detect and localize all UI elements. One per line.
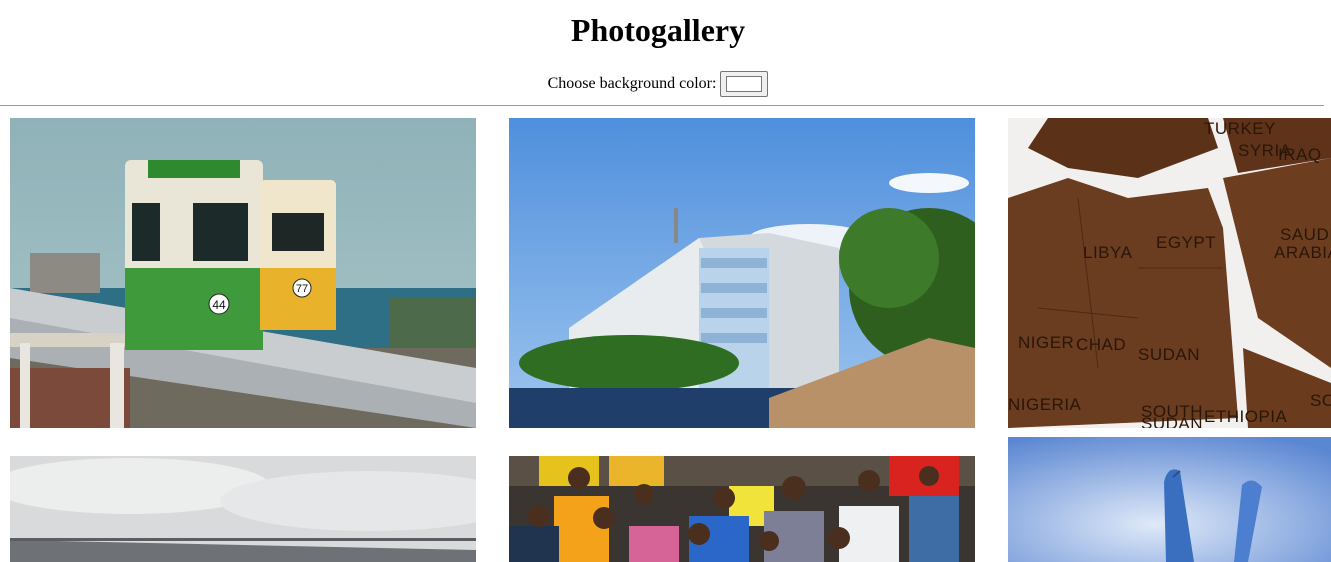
- building-image: [509, 118, 975, 428]
- map-label-somalia: SO: [1310, 391, 1331, 410]
- background-color-picker[interactable]: [720, 70, 769, 97]
- gallery-photo-crowd[interactable]: [509, 456, 975, 562]
- stadium-image: [10, 456, 476, 562]
- crowd-image: [509, 456, 975, 562]
- gallery-photo-building[interactable]: [509, 118, 975, 428]
- gallery-photo-hand[interactable]: [1008, 437, 1331, 562]
- background-color-control: Choose background color:: [0, 70, 1316, 97]
- page: Photogallery Choose background color: 44…: [0, 0, 1331, 562]
- tram-number-77: 77: [296, 283, 308, 295]
- map-label-niger: NIGER: [1018, 333, 1074, 352]
- tram-number-44: 44: [212, 298, 226, 312]
- map-label-nigeria: NIGERIA: [1008, 395, 1082, 414]
- map-label-arabia: ARABIA: [1274, 243, 1331, 262]
- tram-image: 44 77: [10, 118, 476, 428]
- map-label-turkey: TURKEY: [1204, 119, 1276, 138]
- map-label-egypt: EGYPT: [1156, 233, 1216, 252]
- divider: [0, 105, 1324, 106]
- map-label-ethiopia: ETHIOPIA: [1204, 407, 1288, 426]
- gallery-photo-stadium[interactable]: [10, 456, 476, 562]
- gallery-photo-map[interactable]: TURKEY SYRIA IRAQ LIBYA EGYPT SAUDI ARAB…: [1008, 118, 1331, 428]
- hand-image: [1008, 437, 1331, 562]
- gallery-photo-trams[interactable]: 44 77: [10, 118, 476, 428]
- page-title: Photogallery: [570, 12, 746, 48]
- map-label-south-sudan: SUDAN: [1141, 414, 1203, 428]
- map-image: TURKEY SYRIA IRAQ LIBYA EGYPT SAUDI ARAB…: [1008, 118, 1331, 428]
- color-swatch: [726, 75, 763, 92]
- map-label-sudan: SUDAN: [1138, 345, 1200, 364]
- map-label-saudi: SAUDI: [1280, 225, 1331, 244]
- map-label-chad: CHAD: [1076, 335, 1126, 354]
- map-label-libya: LIBYA: [1083, 243, 1133, 262]
- background-color-label: Choose background color:: [547, 74, 717, 92]
- map-label-iraq: IRAQ: [1278, 145, 1322, 164]
